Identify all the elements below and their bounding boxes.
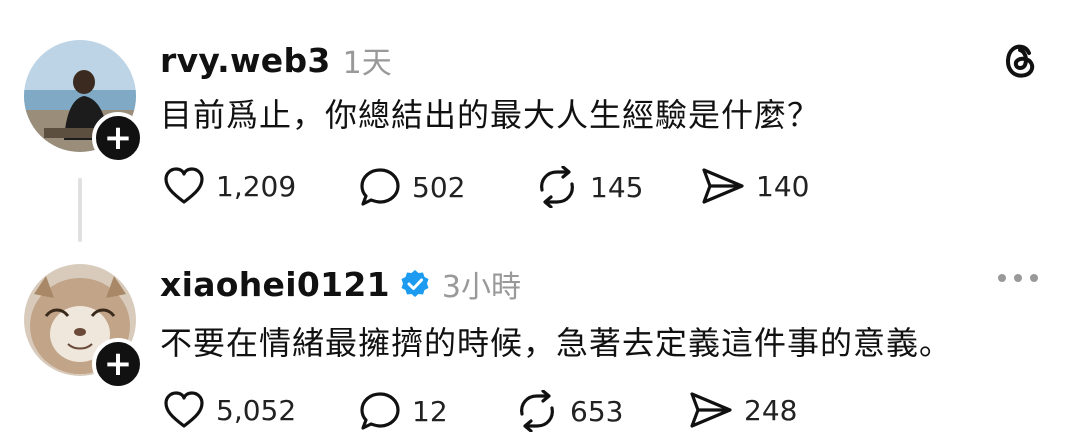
thread-connector [78, 178, 82, 242]
timestamp: 3小時 [441, 270, 521, 305]
post-text: 目前爲止，你總結出的最大人生經驗是什麼？ [160, 96, 821, 134]
like-count: 1,209 [216, 169, 297, 203]
share-count: 140 [756, 169, 810, 203]
share-button[interactable]: 248 [688, 390, 797, 430]
share-button[interactable]: 140 [700, 166, 809, 206]
username[interactable]: rvy.web3 [160, 41, 331, 80]
like-button[interactable]: 1,209 [162, 166, 296, 206]
repost-icon [540, 166, 574, 208]
send-icon [702, 168, 744, 204]
threads-feed: + rvy.web3 1天 目前爲止，你總結出的最大人生經驗是什麼？ 1,209… [0, 0, 1080, 447]
heart-icon [164, 391, 204, 428]
username[interactable]: xiaohei0121 [160, 265, 390, 304]
follow-button[interactable]: + [92, 112, 144, 164]
share-count: 248 [744, 393, 798, 427]
follow-button[interactable]: + [92, 338, 144, 390]
comment-button[interactable]: 502 [358, 166, 465, 208]
heart-icon [164, 167, 204, 204]
comment-count: 502 [412, 170, 466, 204]
verified-badge-icon [401, 270, 429, 297]
repost-button[interactable]: 145 [534, 166, 643, 208]
comment-count: 12 [412, 394, 448, 428]
repost-count: 145 [590, 170, 644, 204]
threads-logo-icon[interactable] [998, 38, 1042, 82]
comment-icon [360, 168, 400, 206]
comment-icon [360, 392, 400, 430]
like-count: 5,052 [216, 393, 297, 427]
comment-button[interactable]: 12 [358, 390, 448, 432]
post-text: 不要在情緒最擁擠的時候，急著去定義這件事的意義。 [160, 324, 953, 362]
repost-icon [520, 390, 554, 432]
more-options-icon[interactable] [994, 268, 1042, 288]
like-button[interactable]: 5,052 [162, 390, 296, 430]
send-icon [690, 392, 732, 428]
repost-count: 653 [570, 394, 624, 428]
post-header: xiaohei0121 3小時 [160, 262, 521, 306]
timestamp: 1天 [342, 46, 392, 81]
post-header: rvy.web3 1天 [160, 38, 392, 82]
repost-button[interactable]: 653 [514, 390, 623, 432]
